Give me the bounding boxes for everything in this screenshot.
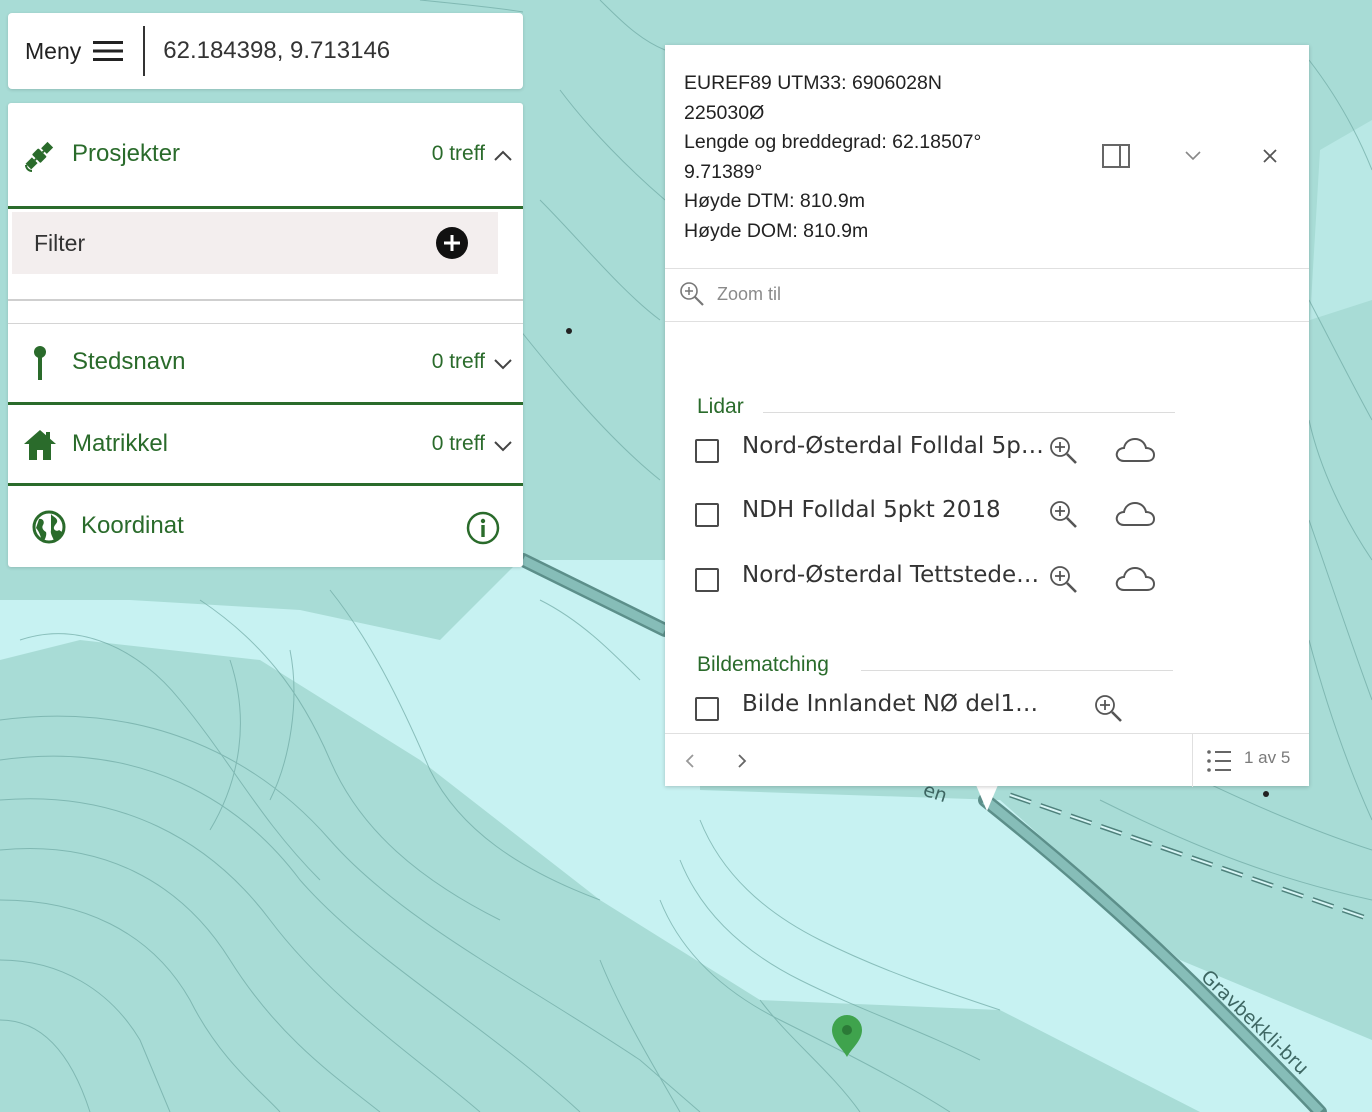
zoom-in-icon[interactable] (1048, 499, 1078, 529)
section-prosjekter[interactable]: Prosjekter 0 treff (8, 129, 523, 183)
map-point (566, 328, 572, 334)
group-divider (861, 670, 1173, 671)
zoom-to-button[interactable]: Zoom til (679, 281, 781, 307)
zoom-to-label: Zoom til (717, 283, 782, 304)
section-stedsnavn[interactable]: Stedsnavn 0 treff (8, 337, 523, 391)
layer-label: NDH Folldal 5pkt 2018 (742, 497, 1001, 523)
popup-tail (976, 785, 998, 811)
section-koordinat[interactable]: Koordinat (8, 499, 523, 555)
filter-toggle[interactable]: Filter (12, 212, 498, 274)
section-count: 0 treff (431, 432, 485, 455)
close-icon[interactable] (1262, 148, 1278, 164)
menu-label: Meny (25, 37, 82, 64)
layer-checkbox[interactable] (695, 503, 719, 527)
info-popup: EUREF89 UTM33: 6906028N 225030Ø Lengde o… (665, 45, 1309, 787)
cloud-icon[interactable] (1114, 499, 1156, 529)
height-dtm: Høyde DTM: 810.9m (684, 190, 865, 212)
section-divider (8, 402, 523, 405)
layer-checkbox[interactable] (695, 568, 719, 592)
popup-divider (665, 268, 1309, 269)
house-icon (24, 430, 56, 460)
zoom-in-icon[interactable] (1048, 435, 1078, 465)
zoom-in-icon[interactable] (1048, 564, 1078, 594)
layer-label: Bilde Innlandet NØ del1 2018 (742, 691, 1042, 717)
dock-panel-icon[interactable] (1102, 144, 1130, 168)
popup-divider (665, 321, 1309, 322)
chevron-left-icon[interactable] (684, 753, 696, 769)
section-title: Prosjekter (72, 140, 181, 167)
search-input[interactable] (161, 36, 486, 66)
chevron-up-icon (494, 150, 512, 161)
section-count: 0 treff (431, 350, 485, 373)
coord-lon: 9.71389° (684, 160, 763, 183)
section-count: 0 treff (431, 142, 485, 165)
coord-utm-east: 225030Ø (684, 101, 765, 124)
pin-icon (34, 346, 46, 380)
pager-count: 1 av 5 (1244, 748, 1291, 767)
chevron-down-icon (494, 441, 512, 452)
section-title: Koordinat (81, 512, 184, 539)
cloud-icon[interactable] (1114, 435, 1156, 465)
zoom-in-icon[interactable] (1093, 693, 1123, 723)
list-item: NDH Folldal 5pkt 2018 (695, 497, 1165, 537)
search-results-panel: Prosjekter 0 treff Filter Stedsnavn 0 tr… (8, 103, 523, 567)
map-point (1263, 791, 1269, 797)
globe-icon (32, 510, 66, 544)
list-icon[interactable] (1206, 748, 1232, 774)
info-icon[interactable] (466, 511, 500, 545)
section-divider (8, 206, 523, 209)
footer-divider (1192, 734, 1193, 787)
hamburger-icon (93, 41, 124, 61)
group-divider (763, 412, 1175, 413)
height-dom: Høyde DOM: 810.9m (684, 219, 869, 242)
list-item: Bilde Innlandet NØ del1 2018 (695, 691, 1165, 731)
section-title: Stedsnavn (72, 348, 186, 375)
cloud-icon[interactable] (1114, 564, 1156, 594)
search-bar: Meny (8, 13, 523, 89)
group-title-bildematching: Bildematching (697, 653, 829, 676)
filter-label: Filter (34, 229, 86, 256)
section-divider (8, 483, 523, 486)
section-matrikkel[interactable]: Matrikkel 0 treff (8, 419, 523, 473)
layer-checkbox[interactable] (695, 697, 719, 721)
layer-label: Nord-Østerdal Folldal 5pkt 2018 (742, 433, 1048, 459)
search-divider (143, 26, 146, 76)
list-item: Nord-Østerdal Folldal 5pkt 2018 (695, 433, 1165, 473)
section-divider (8, 323, 523, 324)
coord-latlon: Lengde og breddegrad: 62.18507° (684, 131, 982, 153)
coordinate-info: EUREF89 UTM33: 6906028N 225030Ø Lengde o… (684, 69, 981, 246)
layer-label: Nord-Østerdal Tettsteder 2018 (742, 562, 1046, 588)
group-title-lidar: Lidar (697, 395, 744, 418)
list-item: Nord-Østerdal Tettsteder 2018 (695, 562, 1165, 602)
layer-checkbox[interactable] (695, 439, 719, 463)
section-title: Matrikkel (72, 430, 169, 457)
zoom-in-icon (680, 282, 704, 306)
section-divider (8, 299, 523, 301)
plus-circle-icon (436, 227, 468, 259)
satellite-icon (25, 141, 54, 172)
menu-button[interactable]: Meny (8, 25, 124, 77)
chevron-down-icon[interactable] (1184, 150, 1202, 162)
coord-utm: EUREF89 UTM33: 6906028N (684, 72, 942, 94)
chevron-right-icon[interactable] (736, 753, 748, 769)
chevron-down-icon (494, 359, 512, 370)
popup-footer: 1 av 5 (665, 733, 1309, 787)
